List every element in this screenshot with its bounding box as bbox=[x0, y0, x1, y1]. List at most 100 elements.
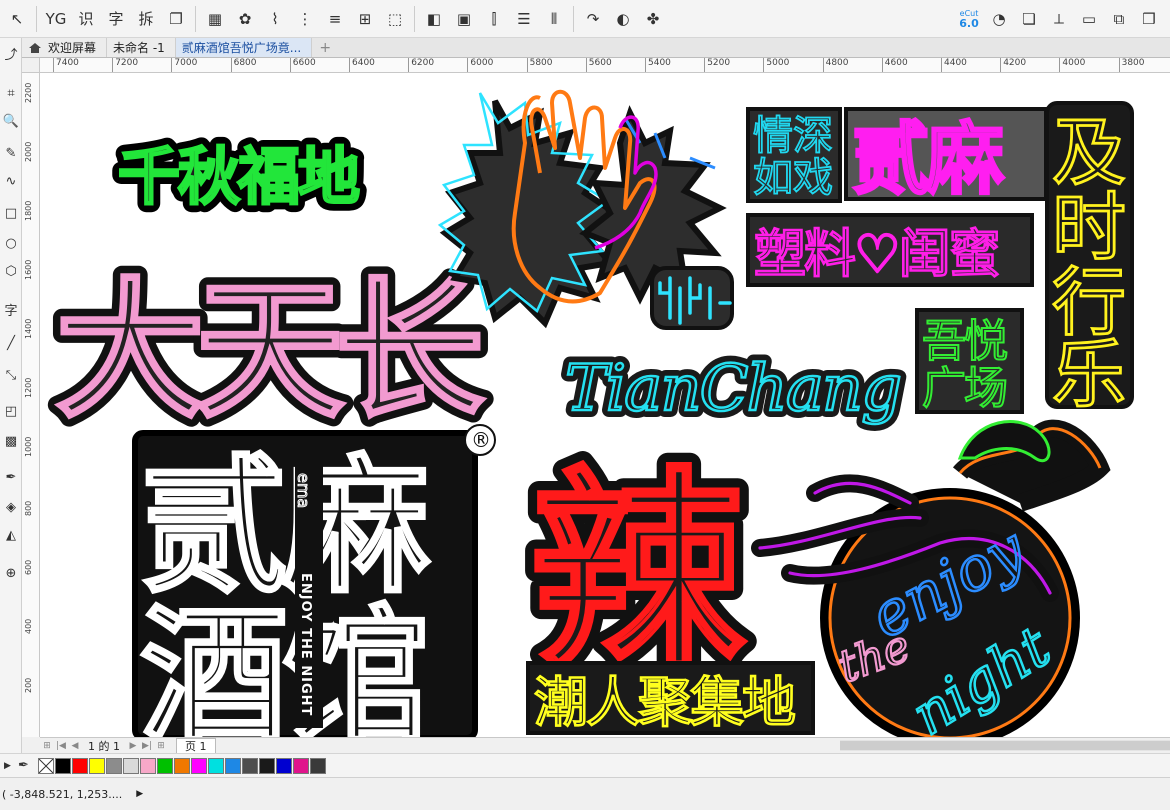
status-expand-icon[interactable]: ▶ bbox=[136, 789, 143, 799]
bucket-icon[interactable]: ◔ bbox=[986, 4, 1012, 34]
color-swatch[interactable] bbox=[293, 757, 309, 774]
color-swatch[interactable] bbox=[310, 757, 326, 774]
first-page-icon[interactable]: |◀ bbox=[54, 741, 68, 751]
color-swatch[interactable] bbox=[191, 757, 207, 774]
align-icon[interactable]: ≡ bbox=[322, 4, 348, 34]
ecut-button[interactable]: eCut 6.0 bbox=[956, 4, 982, 34]
color-swatch[interactable] bbox=[259, 757, 275, 774]
prev-page-icon[interactable]: ◀ bbox=[68, 741, 82, 751]
group-icon[interactable]: ⊞ bbox=[352, 4, 378, 34]
color-swatch[interactable] bbox=[140, 757, 156, 774]
qianqiu-sign[interactable]: 千秋福地 千秋福地 bbox=[110, 132, 369, 221]
color-swatch[interactable] bbox=[242, 757, 258, 774]
tianchang-sign[interactable]: TianChang TianChang bbox=[558, 345, 909, 433]
wuyue-sign[interactable]: 吾悦 广场 bbox=[915, 308, 1024, 415]
drawing-canvas[interactable]: 千秋福地 千秋福地 大天长 大天长 TianChang TianChang 情深… bbox=[40, 73, 1170, 737]
chaoren-sign[interactable]: 潮人聚集地 bbox=[526, 661, 815, 735]
vertical-ruler[interactable]: 2200 2000 1800 1600 1400 1200 1000 800 600 400 200 bbox=[22, 73, 40, 737]
cactus-neon[interactable] bbox=[650, 266, 734, 330]
page-tab[interactable]: 页 1 bbox=[176, 738, 216, 753]
drop-shadow-icon[interactable]: ◰ bbox=[0, 398, 22, 424]
polygon-tool-icon[interactable]: ⬡ bbox=[0, 258, 22, 284]
jishi-sign[interactable]: 及 时 行 乐 bbox=[1045, 101, 1134, 419]
windows-icon[interactable]: ❒ bbox=[1136, 4, 1162, 34]
zoom-tool-icon[interactable]: 🔍 bbox=[0, 108, 22, 134]
yg-plugin-button[interactable]: YG bbox=[43, 4, 69, 34]
suliao-sign[interactable]: 塑料♡闺蜜 bbox=[746, 213, 1034, 287]
add-page-after-icon[interactable]: ⊞ bbox=[154, 741, 168, 751]
horizontal-scrollbar[interactable] bbox=[840, 740, 1170, 751]
freehand-tool-icon[interactable]: ✎ bbox=[0, 140, 22, 166]
color-swatch[interactable] bbox=[208, 757, 224, 774]
copy-icon[interactable]: ❐ bbox=[163, 4, 189, 34]
barcode-icon[interactable]: ⦀ bbox=[541, 4, 567, 34]
picture-icon[interactable]: ▣ bbox=[451, 4, 477, 34]
color-swatch[interactable] bbox=[106, 757, 122, 774]
pick-tool-icon[interactable]: ↖ bbox=[4, 4, 30, 34]
node-icon[interactable]: ⌇ bbox=[262, 4, 288, 34]
eyedropper-icon[interactable]: ✒ bbox=[0, 464, 22, 490]
trim-icon[interactable]: ⟂ bbox=[1046, 4, 1072, 34]
layers-icon[interactable]: ⧉ bbox=[1106, 4, 1132, 34]
last-page-icon[interactable]: ▶| bbox=[140, 741, 154, 751]
doc-tab[interactable]: 贰麻酒馆吾悦广场竟... bbox=[175, 38, 313, 57]
ellipse-tool-icon[interactable]: ○ bbox=[0, 230, 22, 256]
toolbar-separator bbox=[36, 5, 37, 32]
connector-tool-icon[interactable]: ⤡ bbox=[0, 362, 22, 388]
fill-tool-icon[interactable]: ◈ bbox=[0, 494, 22, 520]
eyedropper-palette-icon[interactable]: ✒ bbox=[18, 758, 38, 773]
color-swatch[interactable] bbox=[123, 757, 139, 774]
erma-jiuguan-logo[interactable]: 贰麻 酒馆 ENJOY THE NIGHT ema ® bbox=[132, 424, 496, 737]
ruler-tick-label: 7200 bbox=[112, 58, 139, 72]
qingshen-sign[interactable]: 情深 如戏 贰麻 bbox=[746, 107, 1048, 207]
no-color-swatch[interactable] bbox=[38, 757, 54, 774]
rectangle-tool-icon[interactable]: □ bbox=[0, 200, 22, 226]
toolbar-separator bbox=[195, 5, 196, 32]
color-swatch[interactable] bbox=[72, 757, 88, 774]
crop-tool-icon[interactable]: ⌗ bbox=[0, 80, 22, 106]
color-swatch[interactable] bbox=[276, 757, 292, 774]
chaoren-text: 潮人聚集地 bbox=[534, 671, 795, 734]
select-box-icon[interactable]: ⬚ bbox=[382, 4, 408, 34]
ruler-origin[interactable] bbox=[22, 58, 40, 73]
ruler-icon[interactable]: ▭ bbox=[1076, 4, 1102, 34]
recognize-text-button[interactable]: 识 bbox=[73, 4, 99, 34]
palette-scroll-left-icon[interactable]: ▶ bbox=[4, 761, 18, 771]
color-swatch[interactable] bbox=[174, 757, 190, 774]
puzzle-icon[interactable]: ✤ bbox=[640, 4, 666, 34]
text-tool-icon[interactable]: 字 bbox=[0, 296, 22, 322]
distribute-icon[interactable]: ⋮ bbox=[292, 4, 318, 34]
parallel-dimension-icon[interactable]: ╱ bbox=[0, 330, 22, 356]
add-page-before-icon[interactable]: ⊞ bbox=[40, 741, 54, 751]
next-page-icon[interactable]: ▶ bbox=[126, 741, 140, 751]
add-tool-icon[interactable]: ⊕ bbox=[0, 560, 22, 586]
arrow-icon[interactable]: ↷ bbox=[580, 4, 606, 34]
color-swatch[interactable] bbox=[157, 757, 173, 774]
smart-fill-icon[interactable]: ◭ bbox=[0, 522, 22, 548]
color-swatch[interactable] bbox=[225, 757, 241, 774]
horizontal-ruler[interactable]: 7400 7200 7000 6800 6600 6400 6200 6000 5800 5600… bbox=[40, 58, 1170, 73]
list-icon[interactable]: ☰ bbox=[511, 4, 537, 34]
color-swatch[interactable] bbox=[89, 757, 105, 774]
doc-tab[interactable]: 未命名 -1 bbox=[107, 38, 176, 57]
color-swatch[interactable] bbox=[55, 757, 71, 774]
text-button[interactable]: 字 bbox=[103, 4, 129, 34]
transparency-icon[interactable]: ▩ bbox=[0, 428, 22, 454]
stack-icon[interactable]: ❏ bbox=[1016, 4, 1042, 34]
shape-tool-icon[interactable]: ⤴ bbox=[0, 40, 22, 66]
add-tab-button[interactable]: + bbox=[316, 38, 334, 57]
status-bar: ( -3,848.521, 1,253.... ▶ bbox=[0, 777, 1170, 810]
ruler-tick-label: 600 bbox=[24, 559, 33, 575]
tianchang-text: TianChang bbox=[565, 352, 900, 426]
sphere-icon[interactable]: ◐ bbox=[610, 4, 636, 34]
datianchang-sign[interactable]: 大天长 大天长 bbox=[46, 256, 504, 448]
dimension-icon[interactable]: ⫿ bbox=[481, 4, 507, 34]
shape-color-icon[interactable]: ◧ bbox=[421, 4, 447, 34]
table-icon[interactable]: ▦ bbox=[202, 4, 228, 34]
split-button[interactable]: 拆 bbox=[133, 4, 159, 34]
doc-tab[interactable]: 欢迎屏幕 bbox=[22, 38, 108, 57]
jishi-char-1: 及 bbox=[1052, 110, 1126, 196]
scroll-thumb[interactable] bbox=[840, 741, 1170, 750]
pattern-icon[interactable]: ✿ bbox=[232, 4, 258, 34]
artistic-media-icon[interactable]: ∿ bbox=[0, 168, 22, 194]
